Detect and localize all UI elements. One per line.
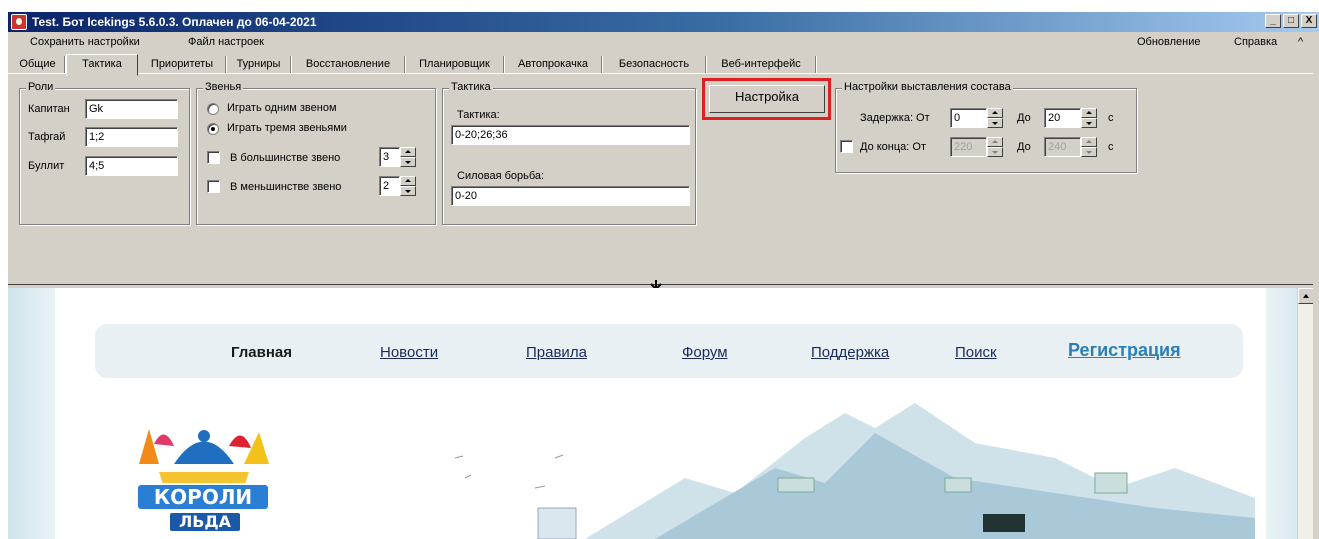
roles-legend: Роли: [26, 81, 56, 93]
web-view[interactable]: Главная Новости Правила Форум Поддержка …: [8, 288, 1313, 539]
delay-to-label: До: [1017, 112, 1031, 124]
minority-label[interactable]: В меньшинстве звено: [230, 181, 341, 193]
majority-checkbox[interactable]: [207, 151, 220, 164]
lines-legend: Звенья: [203, 81, 244, 93]
menu-help[interactable]: Справка: [1234, 36, 1277, 48]
menu-save-settings[interactable]: Сохранить настройки: [30, 36, 140, 48]
site-navbar: Главная Новости Правила Форум Поддержка …: [95, 324, 1243, 378]
lineup-group: Настройки выставления состава Задержка: …: [835, 81, 1137, 173]
one-line-label[interactable]: Играть одним звеном: [227, 102, 337, 114]
captain-label: Капитан: [28, 103, 70, 115]
close-button[interactable]: X: [1301, 14, 1317, 28]
tab-strip: Общие Тактика Приоритеты Турниры Восстан…: [8, 54, 1319, 76]
nav-search[interactable]: Поиск: [955, 344, 997, 361]
frost-border-left: [8, 288, 55, 539]
majority-spinner[interactable]: [400, 147, 416, 167]
tab-scheduler[interactable]: Планировщик: [406, 56, 504, 74]
bullit-label: Буллит: [28, 160, 65, 172]
minority-checkbox[interactable]: [207, 180, 220, 193]
end-to-spinner[interactable]: [1081, 137, 1097, 157]
tab-security[interactable]: Безопасность: [603, 56, 706, 74]
until-end-checkbox[interactable]: [840, 140, 853, 153]
end-to-input[interactable]: 240: [1044, 137, 1081, 157]
site-content: Главная Новости Правила Форум Поддержка …: [55, 288, 1266, 539]
delay-from-spinner[interactable]: [987, 108, 1003, 128]
end-from-spinner[interactable]: [987, 137, 1003, 157]
nav-rules[interactable]: Правила: [526, 344, 587, 361]
end-to-label: До: [1017, 141, 1031, 153]
tab-tactics[interactable]: Тактика: [66, 54, 138, 76]
maximize-button[interactable]: □: [1283, 14, 1299, 28]
majority-label[interactable]: В большинстве звено: [230, 152, 340, 164]
until-end-label[interactable]: До конца: От: [860, 141, 926, 153]
nav-home[interactable]: Главная: [231, 344, 292, 361]
captain-input[interactable]: Gk: [85, 99, 178, 119]
tafgai-input[interactable]: 1;2: [85, 127, 178, 147]
menu-settings-file[interactable]: Файл настроек: [188, 36, 264, 48]
ice-arena-illustration: [454, 403, 1255, 539]
scroll-up-icon[interactable]: [1298, 288, 1313, 304]
web-scrollbar[interactable]: [1297, 288, 1313, 539]
tab-recovery[interactable]: Восстановление: [292, 56, 405, 74]
logo-line2: ЛЬДА: [179, 512, 232, 531]
app-icon[interactable]: [11, 14, 27, 30]
setup-button[interactable]: Настройка: [709, 85, 825, 113]
title-bar[interactable]: Test. Бот Icekings 5.6.0.3. Оплачен до 0…: [8, 12, 1319, 32]
power-input[interactable]: 0-20: [451, 186, 690, 206]
nav-register[interactable]: Регистрация: [1068, 340, 1181, 361]
delay-from-input[interactable]: 0: [950, 108, 987, 128]
three-lines-radio[interactable]: [207, 123, 219, 135]
three-lines-label[interactable]: Играть тремя звеньями: [227, 122, 347, 134]
menu-collapse[interactable]: ^: [1298, 36, 1303, 48]
minority-input[interactable]: 2: [379, 176, 400, 196]
menu-update[interactable]: Обновление: [1137, 36, 1201, 48]
nav-forum[interactable]: Форум: [682, 344, 728, 361]
tactics-group: Тактика Тактика: 0-20;26;36 Силовая борь…: [442, 81, 696, 225]
tab-autolevel[interactable]: Автопрокачка: [505, 56, 602, 74]
delay-label: Задержка: От: [860, 112, 930, 124]
site-logo[interactable]: КОРОЛИ ЛЬДА: [129, 424, 279, 539]
end-sec-label: с: [1108, 141, 1114, 153]
minimize-button[interactable]: _: [1265, 14, 1281, 28]
tactics-legend: Тактика: [449, 81, 493, 93]
tab-general[interactable]: Общие: [11, 56, 65, 74]
delay-sec-label: с: [1108, 112, 1114, 124]
menu-bar: Сохранить настройки Файл настроек Обновл…: [8, 32, 1319, 52]
nav-news[interactable]: Новости: [380, 344, 438, 361]
tactics-panel: Роли Капитан Gk Тафгай 1;2 Буллит 4;5 Зв…: [8, 73, 1313, 281]
tab-priorities[interactable]: Приоритеты: [139, 56, 226, 74]
tactic-label: Тактика:: [457, 109, 500, 121]
nav-support[interactable]: Поддержка: [811, 344, 889, 361]
lineup-legend: Настройки выставления состава: [842, 81, 1013, 93]
logo-line1: КОРОЛИ: [154, 485, 252, 509]
bullit-input[interactable]: 4;5: [85, 156, 178, 176]
power-label: Силовая борьба:: [457, 170, 545, 182]
tab-tournaments[interactable]: Турниры: [227, 56, 291, 74]
delay-to-input[interactable]: 20: [1044, 108, 1081, 128]
end-from-input[interactable]: 220: [950, 137, 987, 157]
tab-web-interface[interactable]: Веб-интерфейс: [707, 56, 816, 74]
app-window: Test. Бот Icekings 5.6.0.3. Оплачен до 0…: [7, 12, 1319, 539]
window-title: Test. Бот Icekings 5.6.0.3. Оплачен до 0…: [32, 15, 317, 29]
tactic-input[interactable]: 0-20;26;36: [451, 125, 690, 145]
tafgai-label: Тафгай: [28, 131, 66, 143]
lines-group: Звенья Играть одним звеном Играть тремя …: [196, 81, 436, 225]
minority-spinner[interactable]: [400, 176, 416, 196]
one-line-radio[interactable]: [207, 103, 219, 115]
roles-group: Роли Капитан Gk Тафгай 1;2 Буллит 4;5: [19, 81, 190, 225]
delay-to-spinner[interactable]: [1081, 108, 1097, 128]
majority-input[interactable]: 3: [379, 147, 400, 167]
